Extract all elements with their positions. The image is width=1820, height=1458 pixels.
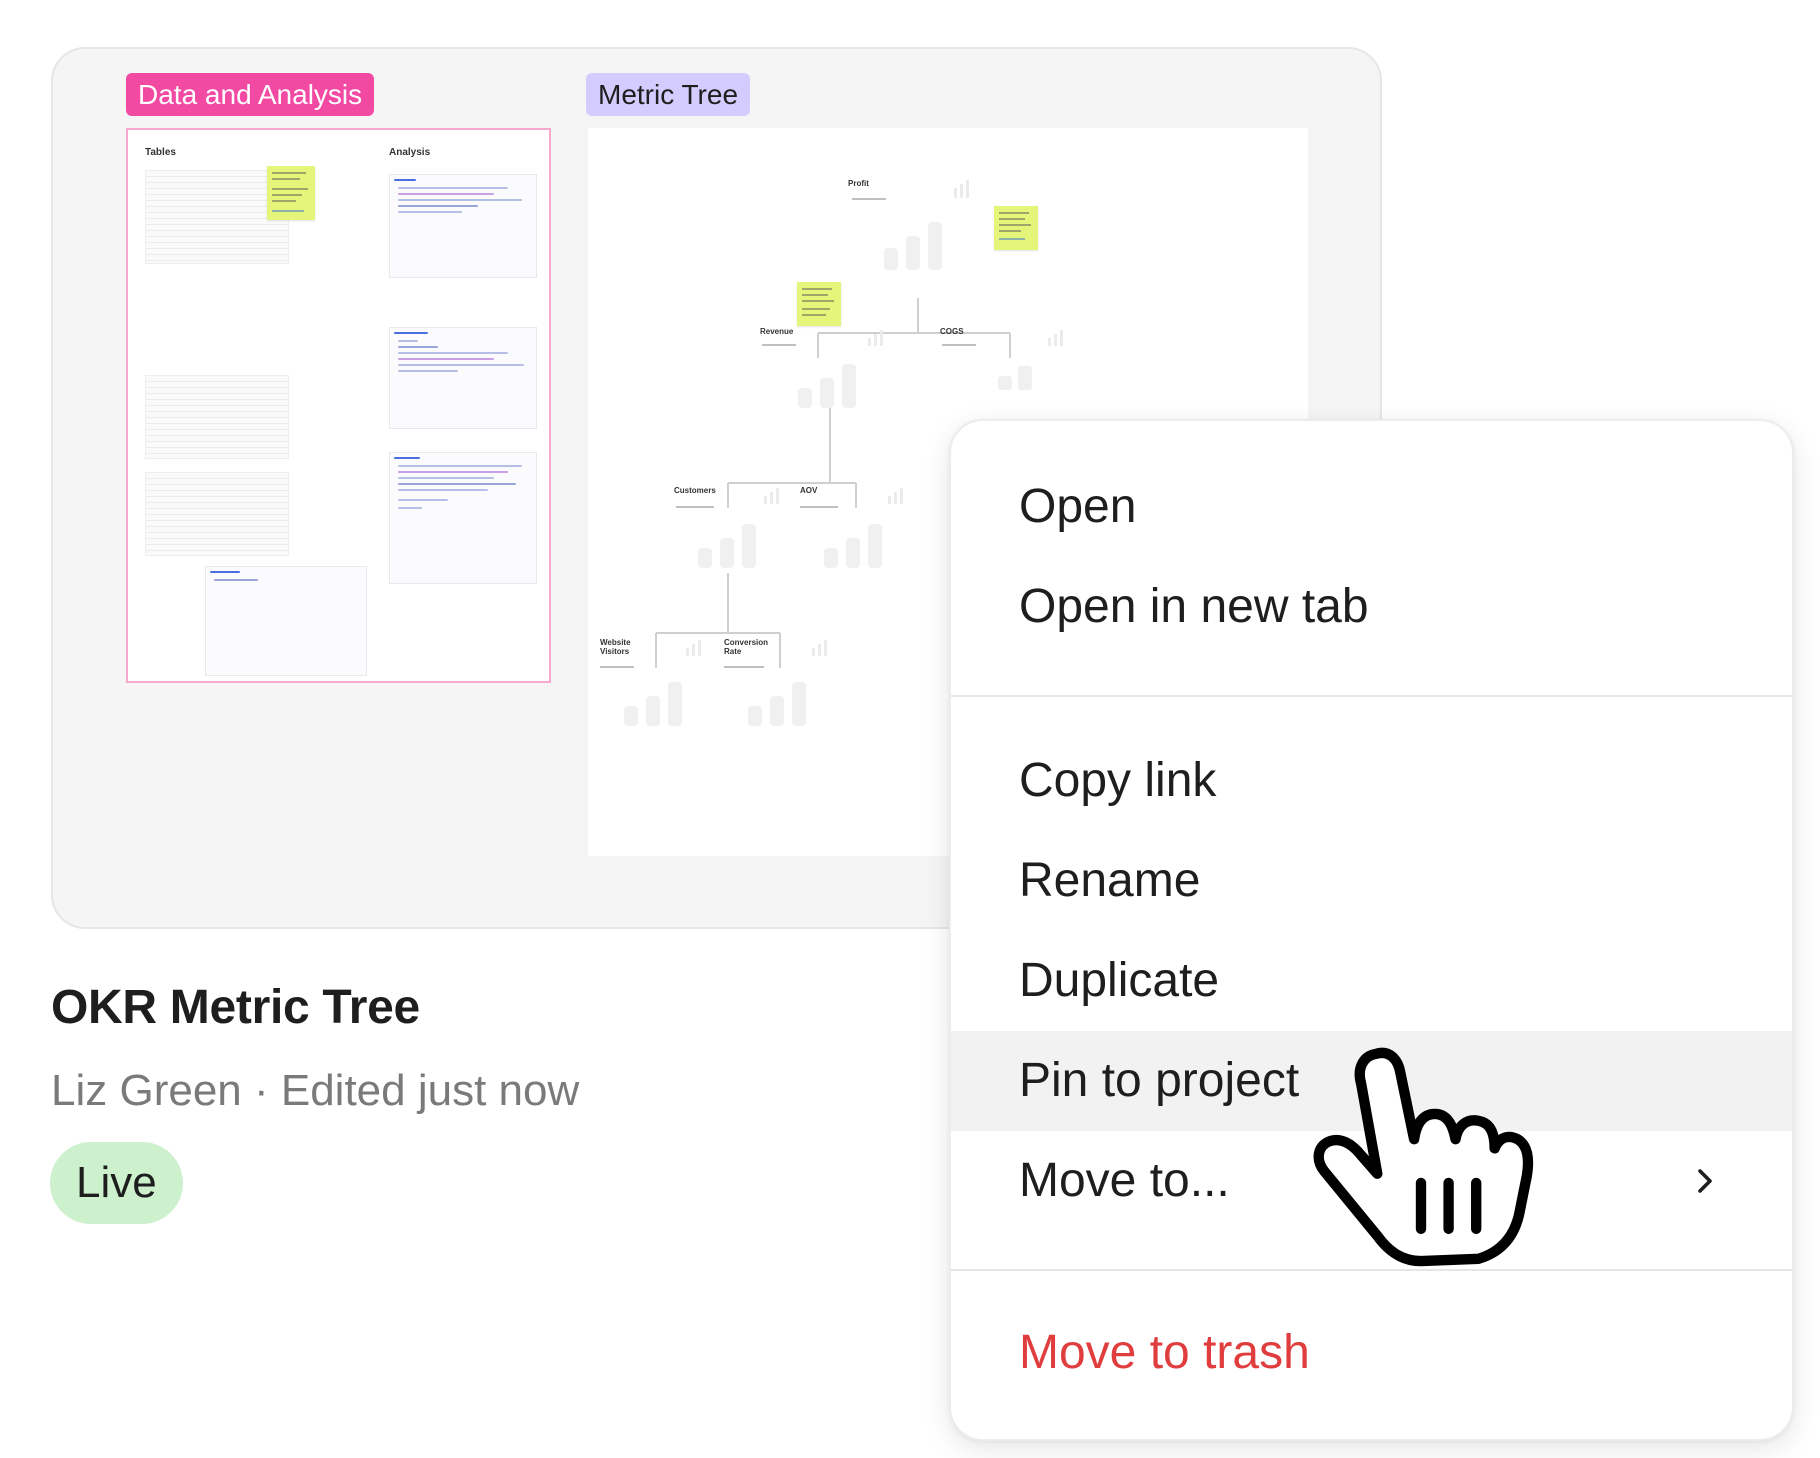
tree-node-profit: Profit [848, 179, 869, 188]
mini-label-analysis: Analysis [389, 147, 431, 158]
menu-item-rename[interactable]: Rename [951, 831, 1792, 931]
tree-node-website-visitors: Website Visitors [600, 638, 631, 656]
tree-node-revenue: Revenue [760, 327, 794, 336]
menu-item-copy-link[interactable]: Copy link [951, 731, 1792, 831]
frame-label-metric-tree: Metric Tree [586, 73, 751, 116]
file-meta: Liz Green · Edited just now [51, 1066, 580, 1115]
mini-table [145, 375, 289, 459]
menu-item-move-to-label: Move to... [1019, 1154, 1230, 1207]
menu-item-move-to-trash[interactable]: Move to trash [951, 1303, 1792, 1403]
mini-table [205, 566, 367, 676]
file-title[interactable]: OKR Metric Tree [51, 980, 420, 1035]
menu-item-duplicate[interactable]: Duplicate [951, 931, 1792, 1031]
mini-code-block [389, 452, 537, 584]
mini-label-tables: Tables [145, 147, 176, 158]
sticky-note [994, 206, 1038, 250]
mini-table [145, 472, 289, 556]
frame-label-data-and-analysis: Data and Analysis [126, 73, 375, 116]
mini-code-block [389, 174, 537, 278]
context-menu: Open Open in new tab Copy link Rename Du… [949, 419, 1794, 1441]
tree-node-conversion-rate: Conversion Rate [724, 638, 769, 656]
hand-pointer-icon [1313, 1047, 1534, 1267]
tree-node-cogs: COGS [940, 327, 964, 336]
menu-item-open[interactable]: Open [951, 457, 1792, 557]
tree-node-customers: Customers [674, 486, 716, 495]
menu-item-open-in-new-tab[interactable]: Open in new tab [951, 557, 1792, 657]
mini-code-block [389, 327, 537, 429]
status-badge: Live [50, 1142, 183, 1224]
menu-divider [951, 1269, 1792, 1271]
sticky-note [267, 166, 315, 220]
menu-divider [951, 695, 1792, 697]
chevron-right-icon [1698, 1169, 1712, 1193]
tree-node-aov: AOV [800, 486, 818, 495]
frame-preview-data-and-analysis: Tables Analysis [126, 128, 551, 683]
sticky-note [797, 282, 841, 326]
